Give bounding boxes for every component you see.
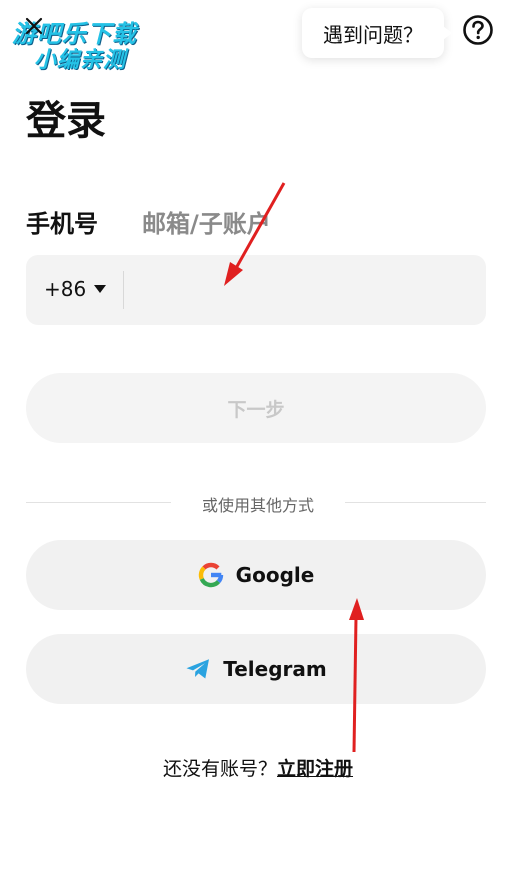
caret-down-icon[interactable] <box>94 285 106 294</box>
signup-link[interactable]: 立即注册 <box>277 758 353 780</box>
other-methods-label: 或使用其他方式 <box>201 496 314 515</box>
tab-phone[interactable]: 手机号 <box>26 204 98 239</box>
telegram-button-label: Telegram <box>223 657 327 681</box>
page-title: 登录 <box>26 98 106 144</box>
login-page: 游吧乐下载 小编亲测 遇到问题？ 登录 手机号 邮箱/子账户 +86 下一步 或… <box>0 0 516 879</box>
help-tooltip[interactable]: 遇到问题？ <box>302 8 452 58</box>
telegram-login-button[interactable]: Telegram <box>26 634 486 704</box>
next-button[interactable]: 下一步 <box>26 373 486 443</box>
country-code-selector[interactable]: +86 <box>44 277 86 301</box>
tab-email-subaccount[interactable]: 邮箱/子账户 <box>142 204 271 239</box>
google-icon <box>198 562 223 588</box>
next-button-label: 下一步 <box>227 398 285 421</box>
signup-prompt: 还没有账号？ <box>162 758 277 780</box>
watermark-line-2: 小编亲测 <box>34 48 127 73</box>
help-tooltip-label: 遇到问题？ <box>323 22 423 47</box>
google-button-label: Google <box>235 563 315 587</box>
field-divider <box>123 271 124 309</box>
help-icon[interactable] <box>462 14 494 46</box>
divider-right <box>345 502 486 503</box>
divider-left <box>26 502 171 503</box>
phone-input[interactable] <box>136 265 476 317</box>
telegram-icon <box>186 659 210 679</box>
phone-field: +86 <box>26 255 486 325</box>
close-icon[interactable] <box>24 16 44 36</box>
google-login-button[interactable]: Google <box>26 540 486 610</box>
signup-row: 还没有账号？立即注册 <box>0 754 516 781</box>
